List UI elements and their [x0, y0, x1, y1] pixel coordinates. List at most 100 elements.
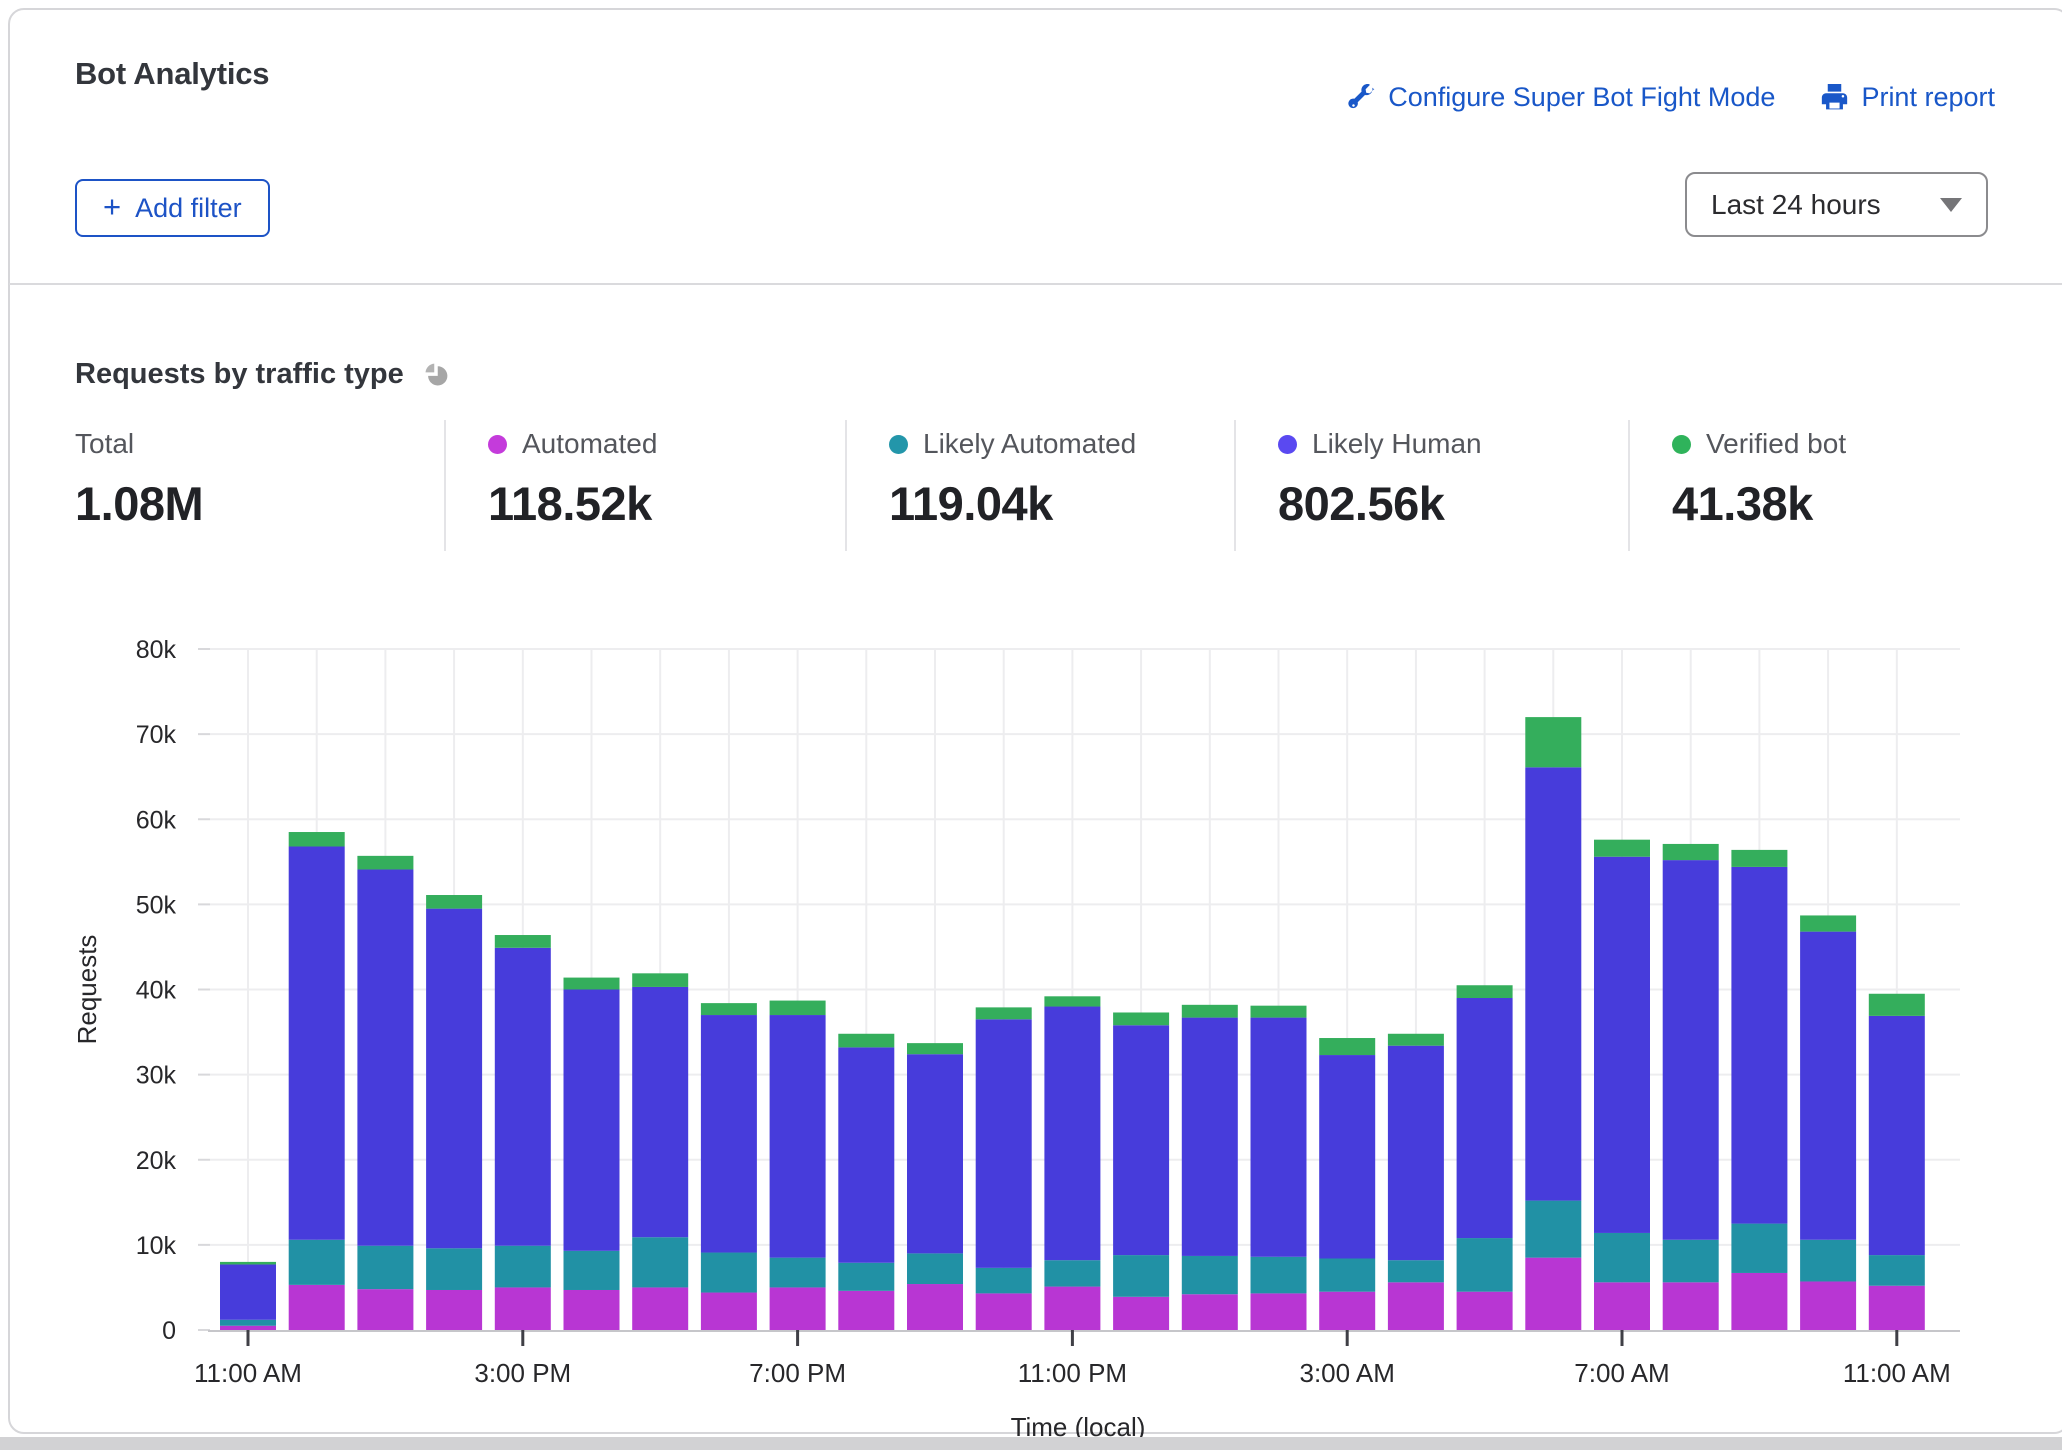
- bar-segment-likely-automated[interactable]: [907, 1253, 963, 1284]
- bar-segment-automated[interactable]: [838, 1291, 894, 1330]
- bar-segment-automated[interactable]: [976, 1293, 1032, 1330]
- bar-segment-likely-human[interactable]: [1251, 1018, 1307, 1257]
- bar-segment-likely-human[interactable]: [701, 1015, 757, 1252]
- bar-segment-likely-human[interactable]: [1319, 1055, 1375, 1258]
- bar-segment-likely-automated[interactable]: [1525, 1201, 1581, 1258]
- bar-segment-verified-bot[interactable]: [1113, 1012, 1169, 1025]
- bar-segment-likely-automated[interactable]: [632, 1237, 688, 1287]
- bar-segment-automated[interactable]: [1182, 1294, 1238, 1330]
- bar-segment-verified-bot[interactable]: [289, 832, 345, 846]
- bar-segment-verified-bot[interactable]: [1594, 840, 1650, 857]
- bar-segment-automated[interactable]: [220, 1326, 276, 1330]
- bar-segment-automated[interactable]: [564, 1290, 620, 1330]
- bar-segment-verified-bot[interactable]: [1388, 1034, 1444, 1046]
- bar-segment-likely-automated[interactable]: [426, 1248, 482, 1290]
- bar-segment-likely-automated[interactable]: [1594, 1233, 1650, 1282]
- bar-segment-likely-human[interactable]: [289, 846, 345, 1239]
- bar-segment-automated[interactable]: [632, 1287, 688, 1330]
- bar-segment-likely-automated[interactable]: [976, 1268, 1032, 1294]
- bar-segment-likely-human[interactable]: [220, 1264, 276, 1319]
- bar-segment-automated[interactable]: [426, 1290, 482, 1330]
- bar-segment-verified-bot[interactable]: [838, 1034, 894, 1048]
- bar-segment-likely-automated[interactable]: [1182, 1256, 1238, 1294]
- bar-segment-verified-bot[interactable]: [1457, 985, 1513, 998]
- bar-segment-likely-human[interactable]: [1869, 1016, 1925, 1255]
- bar-segment-verified-bot[interactable]: [1663, 844, 1719, 860]
- bar-segment-likely-automated[interactable]: [357, 1246, 413, 1289]
- bar-segment-likely-human[interactable]: [838, 1047, 894, 1262]
- bar-segment-likely-automated[interactable]: [1869, 1255, 1925, 1286]
- bar-segment-likely-automated[interactable]: [1044, 1260, 1100, 1286]
- bar-segment-automated[interactable]: [1869, 1286, 1925, 1330]
- bar-segment-verified-bot[interactable]: [1319, 1038, 1375, 1055]
- bar-segment-likely-human[interactable]: [1044, 1007, 1100, 1261]
- bar-segment-likely-human[interactable]: [1731, 867, 1787, 1224]
- bar-segment-verified-bot[interactable]: [1044, 996, 1100, 1006]
- bar-segment-verified-bot[interactable]: [701, 1003, 757, 1015]
- bar-segment-likely-human[interactable]: [1525, 767, 1581, 1200]
- bar-segment-likely-automated[interactable]: [1113, 1255, 1169, 1297]
- bar-segment-verified-bot[interactable]: [770, 1001, 826, 1015]
- bar-segment-verified-bot[interactable]: [1800, 915, 1856, 931]
- bar-segment-verified-bot[interactable]: [357, 856, 413, 870]
- bar-segment-automated[interactable]: [1251, 1293, 1307, 1330]
- bar-segment-automated[interactable]: [770, 1287, 826, 1330]
- bar-segment-automated[interactable]: [1113, 1297, 1169, 1330]
- bar-segment-likely-automated[interactable]: [289, 1240, 345, 1285]
- bar-segment-automated[interactable]: [495, 1287, 551, 1330]
- bar-segment-likely-automated[interactable]: [1663, 1240, 1719, 1283]
- bar-segment-verified-bot[interactable]: [1525, 717, 1581, 767]
- bar-segment-verified-bot[interactable]: [220, 1262, 276, 1265]
- bar-segment-verified-bot[interactable]: [632, 973, 688, 987]
- bar-segment-likely-human[interactable]: [1594, 857, 1650, 1233]
- bar-segment-verified-bot[interactable]: [1182, 1005, 1238, 1018]
- bar-segment-likely-human[interactable]: [770, 1015, 826, 1258]
- bar-segment-likely-automated[interactable]: [770, 1258, 826, 1288]
- bar-segment-verified-bot[interactable]: [426, 895, 482, 909]
- bar-segment-automated[interactable]: [1594, 1282, 1650, 1330]
- bar-segment-verified-bot[interactable]: [1731, 850, 1787, 867]
- bar-segment-likely-automated[interactable]: [1319, 1258, 1375, 1291]
- bar-segment-likely-automated[interactable]: [838, 1263, 894, 1291]
- bar-segment-likely-human[interactable]: [1800, 932, 1856, 1240]
- bar-segment-likely-automated[interactable]: [1251, 1257, 1307, 1294]
- bar-segment-verified-bot[interactable]: [1251, 1006, 1307, 1018]
- bar-segment-automated[interactable]: [1319, 1292, 1375, 1330]
- bar-segment-automated[interactable]: [1044, 1287, 1100, 1330]
- bar-segment-automated[interactable]: [907, 1284, 963, 1330]
- bar-segment-likely-human[interactable]: [907, 1054, 963, 1253]
- bar-segment-automated[interactable]: [357, 1289, 413, 1330]
- bar-segment-likely-human[interactable]: [1113, 1025, 1169, 1255]
- bar-segment-automated[interactable]: [1388, 1282, 1444, 1330]
- bar-segment-likely-automated[interactable]: [1388, 1260, 1444, 1282]
- bar-segment-likely-human[interactable]: [564, 990, 620, 1251]
- bar-segment-verified-bot[interactable]: [907, 1043, 963, 1054]
- requests-bar-chart[interactable]: 010k20k30k40k50k60k70k80k11:00 AM3:00 PM…: [0, 0, 2062, 1450]
- bar-segment-automated[interactable]: [1525, 1258, 1581, 1330]
- bar-segment-automated[interactable]: [1457, 1292, 1513, 1330]
- bar-segment-verified-bot[interactable]: [976, 1007, 1032, 1019]
- bar-segment-likely-human[interactable]: [976, 1019, 1032, 1268]
- bar-segment-likely-human[interactable]: [632, 987, 688, 1237]
- bar-segment-automated[interactable]: [1731, 1273, 1787, 1330]
- bar-segment-likely-automated[interactable]: [1457, 1238, 1513, 1292]
- bar-segment-automated[interactable]: [1663, 1282, 1719, 1330]
- bar-segment-likely-automated[interactable]: [701, 1253, 757, 1293]
- bar-segment-verified-bot[interactable]: [564, 978, 620, 990]
- bar-segment-automated[interactable]: [701, 1293, 757, 1330]
- bar-segment-likely-automated[interactable]: [1731, 1224, 1787, 1273]
- bar-segment-likely-human[interactable]: [1388, 1046, 1444, 1261]
- bar-segment-likely-human[interactable]: [495, 948, 551, 1246]
- bar-segment-likely-human[interactable]: [1182, 1018, 1238, 1256]
- bar-segment-likely-human[interactable]: [1663, 860, 1719, 1240]
- bar-segment-likely-human[interactable]: [357, 869, 413, 1245]
- bar-segment-likely-human[interactable]: [426, 909, 482, 1249]
- bar-segment-likely-human[interactable]: [1457, 998, 1513, 1238]
- bar-segment-likely-automated[interactable]: [220, 1320, 276, 1326]
- bar-segment-automated[interactable]: [289, 1285, 345, 1330]
- bar-segment-likely-automated[interactable]: [564, 1251, 620, 1290]
- bar-segment-likely-automated[interactable]: [1800, 1240, 1856, 1282]
- bar-segment-automated[interactable]: [1800, 1281, 1856, 1330]
- bar-segment-likely-automated[interactable]: [495, 1246, 551, 1288]
- bar-segment-verified-bot[interactable]: [495, 935, 551, 948]
